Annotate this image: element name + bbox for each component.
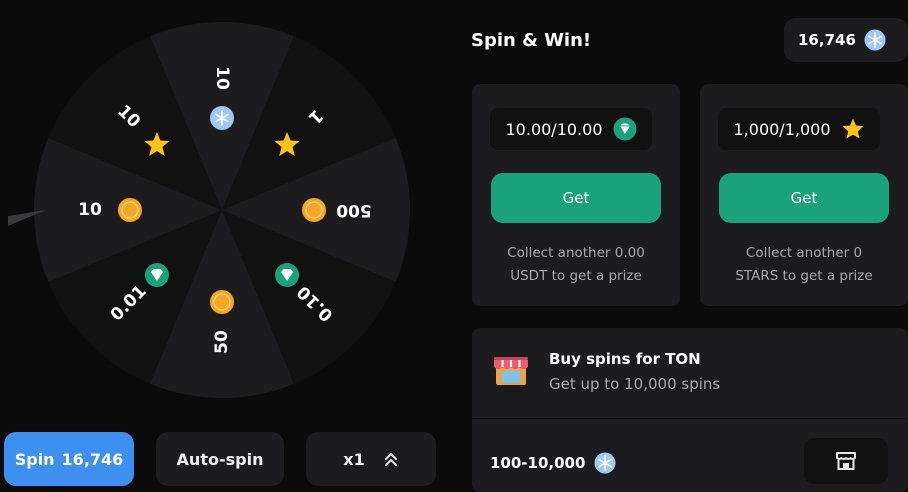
spins-range: 100-10,000: [490, 452, 616, 474]
snowflake-coin-icon: [210, 106, 234, 130]
usdt-note-line2: USDT to get a prize: [510, 268, 642, 284]
usdt-note-line1: Collect another 0.00: [507, 245, 645, 261]
coin-icon: [210, 290, 234, 314]
wheel-segment-label: 10: [212, 66, 232, 90]
get-stars-button[interactable]: Get: [719, 173, 889, 223]
spins-range-value: 100-10,000: [490, 454, 586, 472]
stars-note: Collect another 0 STARS to get a prize: [700, 242, 908, 288]
chevron-double-up-icon: [384, 453, 397, 466]
usdt-icon: [275, 263, 300, 288]
buy-spins-title: Buy spins for TON: [549, 350, 701, 368]
usdt-amount-pill: 10.00/10.00: [490, 108, 652, 150]
auto-spin-button[interactable]: Auto-spin: [156, 432, 284, 486]
right-panel: Spin & Win! 16,746 10.00/10.00 Get Colle…: [458, 0, 908, 492]
coin-icon: [118, 198, 142, 222]
prize-wheel: 10 1 500 0.10 50 0.01 10 10: [0, 0, 452, 420]
buy-divider: [472, 418, 908, 419]
stars-progress-card: 1,000/1,000 Get Collect another 0 STARS …: [700, 84, 908, 306]
buy-spins-card: Buy spins for TON Get up to 10,000 spins…: [472, 328, 908, 492]
stars-note-line2: STARS to get a prize: [735, 268, 873, 284]
balance-badge: 16,746: [784, 18, 908, 62]
wheel-segment-label: 500: [336, 200, 372, 220]
auto-spin-label: Auto-spin: [176, 449, 264, 469]
shop-stall-icon: [494, 357, 528, 385]
get-usdt-button[interactable]: Get: [491, 173, 661, 223]
usdt-diamond-icon: [613, 117, 636, 141]
stars-note-line1: Collect another 0: [745, 245, 863, 261]
buy-spins-subtitle: Get up to 10,000 spins: [549, 375, 721, 393]
prize-wheel-graphic: 1015000.10500.011010: [8, 22, 410, 398]
store-icon: [836, 452, 856, 470]
snowflake-coin-icon: [864, 29, 886, 51]
buy-spins-header[interactable]: Buy spins for TON Get up to 10,000 spins: [472, 328, 908, 418]
usdt-icon: [144, 263, 169, 288]
shop-button[interactable]: [804, 438, 888, 484]
spin-button-label: Spin: [14, 449, 55, 469]
spin-button-count: 16,746: [61, 449, 124, 469]
star-icon: [842, 118, 863, 139]
multiplier-label: x1: [343, 449, 365, 469]
usdt-amount: 10.00/10.00: [505, 119, 603, 139]
snowflake-coin-icon: [594, 452, 616, 474]
stars-amount: 1,000/1,000: [733, 119, 831, 139]
wheel-segment-label: 10: [78, 200, 102, 220]
wheel-panel: 10 1 500 0.10 50 0.01 10 10 Spin 16,746 Auto-sp…: [0, 0, 452, 492]
wheel-segment-label: 50: [212, 330, 232, 354]
spin-button[interactable]: Spin 16,746: [4, 432, 134, 486]
balance-value: 16,746: [798, 31, 856, 49]
usdt-progress-card: 10.00/10.00 Get Collect another 0.00 USD…: [472, 84, 680, 306]
stars-amount-pill: 1,000/1,000: [718, 108, 880, 150]
multiplier-button[interactable]: x1: [306, 432, 436, 486]
page-title: Spin & Win!: [471, 30, 592, 51]
usdt-note: Collect another 0.00 USDT to get a prize: [472, 242, 680, 288]
coin-icon: [302, 198, 326, 222]
